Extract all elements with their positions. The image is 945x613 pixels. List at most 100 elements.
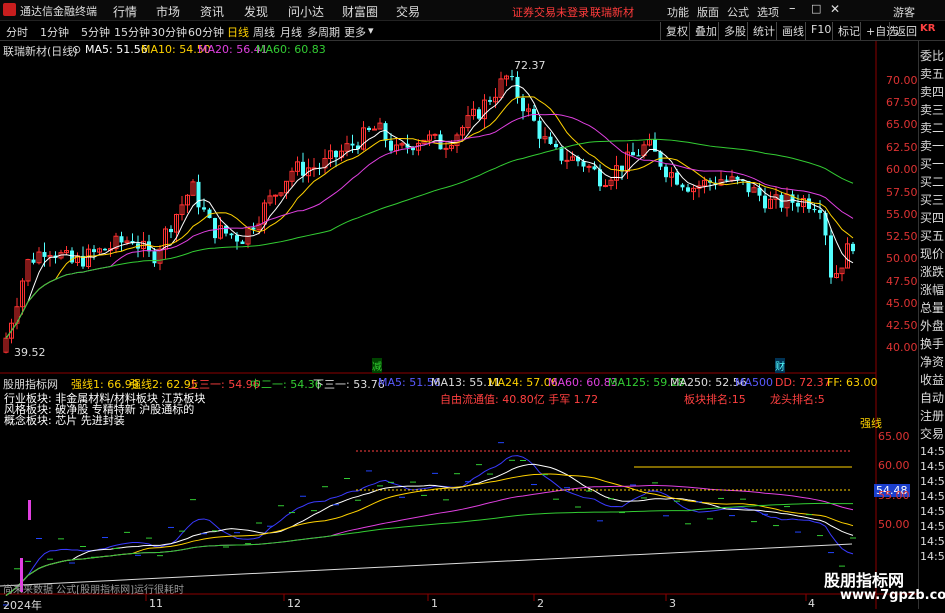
candle-body <box>807 198 811 209</box>
menu-quotes[interactable]: 行情 <box>113 3 137 20</box>
candle-body <box>724 179 729 181</box>
date-tick: 12 <box>287 597 301 610</box>
ff-value: FF: 63.00 <box>827 376 878 389</box>
menu-options[interactable]: 选项 <box>757 4 779 20</box>
tab-5min[interactable]: 5分钟 <box>81 24 110 40</box>
time-tick: 14:5 <box>920 550 945 563</box>
candle-body <box>554 143 558 148</box>
maximize-icon[interactable]: □ <box>811 2 821 15</box>
tab-daily[interactable]: 日线 <box>227 24 249 40</box>
candle-body <box>763 195 767 209</box>
panel-label: 涨幅 <box>920 283 945 297</box>
minimize-icon[interactable]: – <box>789 1 796 16</box>
tab-more[interactable]: 更多 <box>344 24 366 40</box>
tab-multi-period[interactable]: 多周期 <box>307 24 340 40</box>
time-tick: 14:5 <box>920 505 945 518</box>
candle-body <box>564 159 570 162</box>
candle-body <box>851 243 855 252</box>
menu-function[interactable]: 功能 <box>667 4 689 20</box>
candlestick-series <box>3 69 855 354</box>
candle-body <box>592 166 597 170</box>
price-tick: 62.50 <box>886 141 918 154</box>
panel-label: 卖一 <box>920 139 945 153</box>
panel-label: 卖二 <box>920 121 945 135</box>
panel-label: 现价 <box>920 247 945 261</box>
ind-ma500: MA500 <box>735 376 774 389</box>
user-label[interactable]: 游客 <box>893 4 915 20</box>
candle-body <box>235 235 239 242</box>
candle-body <box>812 208 817 211</box>
candle-body <box>443 147 449 150</box>
price-tick: 67.50 <box>886 96 918 109</box>
candle-body <box>372 128 377 131</box>
indicator-tick: 50.00 <box>878 518 910 531</box>
tab-weekly[interactable]: 周线 <box>253 24 275 40</box>
menu-formula[interactable]: 公式 <box>727 4 749 20</box>
indicator-tick: 60.00 <box>878 459 910 472</box>
register-button[interactable]: 注册 <box>920 407 944 424</box>
event-marker-finance[interactable]: 财 <box>775 358 785 373</box>
panel-label: 买三 <box>920 193 945 207</box>
menu-layout[interactable]: 版面 <box>697 4 719 20</box>
watermark-url: www.7gpzb.com <box>840 588 945 603</box>
tab-30min[interactable]: 30分钟 <box>151 24 187 40</box>
panel-label: 涨跌 <box>920 265 945 279</box>
candle-body <box>735 176 740 180</box>
login-notice[interactable]: 证券交易未登录 <box>512 4 589 20</box>
signal-bar <box>28 500 31 520</box>
price-tick: 40.00 <box>886 341 918 354</box>
candle-body <box>202 207 206 210</box>
candle-body <box>42 252 47 257</box>
date-tick: 1 <box>431 597 438 610</box>
time-tick: 14:5 <box>920 520 945 533</box>
price-tick: 57.50 <box>886 186 918 199</box>
price-tick: 70.00 <box>886 74 918 87</box>
time-tick: 14:5 <box>920 445 945 458</box>
panel-label: 买五 <box>920 229 945 243</box>
panel-label: 收益 <box>920 373 945 387</box>
candle-body <box>196 181 201 208</box>
menu-news[interactable]: 资讯 <box>200 3 224 20</box>
sector-rank: 板块排名:15 <box>684 393 746 406</box>
ind-ma24-line <box>5 473 854 596</box>
time-tick: 14:5 <box>920 475 945 488</box>
time-tick: 14:5 <box>920 490 945 503</box>
tab-1min[interactable]: 1分钟 <box>40 24 69 40</box>
candle-body <box>92 249 96 253</box>
ind-ma250-line <box>0 543 853 587</box>
lower-line: 下三一: 53.76 <box>313 378 385 391</box>
candle-body <box>103 248 107 251</box>
menu-assistant[interactable]: 问小达 <box>288 3 324 20</box>
menu-trade[interactable]: 交易 <box>396 3 420 20</box>
back-button[interactable]: 返回 <box>889 22 922 40</box>
chart-canvas[interactable] <box>0 41 918 609</box>
moving-average-lines <box>5 84 854 596</box>
menu-wealth[interactable]: 财富圈 <box>342 3 378 20</box>
chevron-down-icon[interactable]: ▾ <box>368 24 374 37</box>
menu-discover[interactable]: 发现 <box>244 3 268 20</box>
date-tick: 11 <box>149 597 163 610</box>
kr-badge: KR <box>920 23 936 34</box>
event-marker-reduce[interactable]: 减 <box>372 358 382 373</box>
close-icon[interactable]: ✕ <box>830 2 840 16</box>
tab-intraday[interactable]: 分时 <box>6 24 28 40</box>
tab-60min[interactable]: 60分钟 <box>188 24 224 40</box>
candle-body <box>350 143 355 146</box>
candle-body <box>152 251 157 264</box>
candle-body <box>119 236 124 243</box>
candle-body <box>664 166 668 178</box>
price-tick: 52.50 <box>886 230 918 243</box>
tab-monthly[interactable]: 月线 <box>280 24 302 40</box>
panel-label: 换手 <box>920 337 945 351</box>
candle-body <box>818 210 822 213</box>
trade-button[interactable]: 交易 <box>920 425 944 442</box>
auto-button[interactable]: 自动 <box>920 389 944 406</box>
low-price-label: 39.52 <box>14 346 46 359</box>
menu-market[interactable]: 市场 <box>156 3 180 20</box>
candle-body <box>521 97 525 112</box>
candle-body <box>686 187 690 192</box>
candle-body <box>631 152 635 156</box>
price-tick: 47.50 <box>886 275 918 288</box>
status-text: 尚未来数据 公式[股朋指标网]运行很耗时 <box>3 585 184 596</box>
tab-15min[interactable]: 15分钟 <box>114 24 150 40</box>
